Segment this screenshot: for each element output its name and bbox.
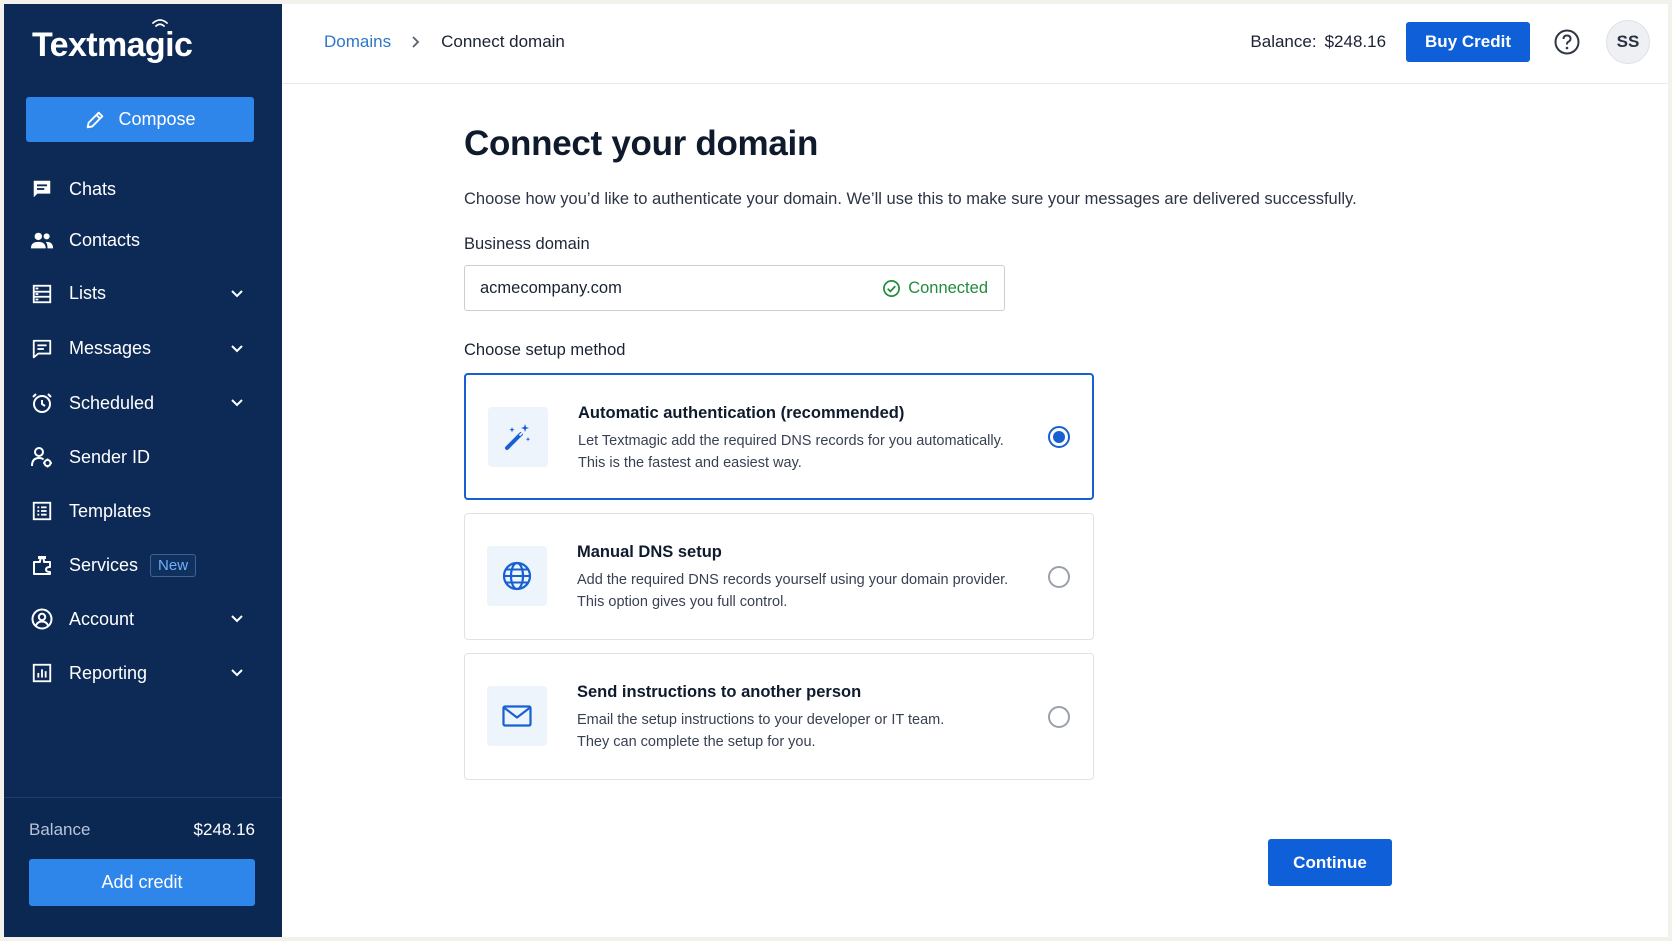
sidebar-item-label: Templates [69, 500, 152, 521]
breadcrumb: Domains Connect domain [324, 4, 565, 80]
chevron-down-icon [231, 615, 243, 623]
page-subtitle: Choose how you’d like to authenticate yo… [464, 190, 1357, 208]
sidebar-item-label: Chats [69, 178, 117, 199]
compose-button[interactable]: Compose [26, 97, 254, 142]
avatar[interactable]: SS [1606, 20, 1650, 64]
sidebar-item-scheduled[interactable]: Scheduled [4, 376, 282, 430]
lists-icon [30, 282, 54, 306]
sidebar-item-sender-id[interactable]: Sender ID [4, 430, 282, 484]
option-title: Manual DNS setup [577, 543, 722, 561]
option-send-instructions[interactable]: Send instructions to another person Emai… [464, 653, 1094, 780]
option-title: Send instructions to another person [577, 683, 862, 701]
option-radio[interactable] [1048, 705, 1070, 728]
setup-method-label: Choose setup method [464, 341, 626, 359]
header-balance-label: Balance: [1250, 32, 1317, 51]
sidebar-item-chats[interactable]: Chats [4, 163, 282, 215]
connected-status: Connected [882, 279, 988, 298]
sidebar-item-account[interactable]: Account [4, 592, 282, 646]
sidebar-item-label: Account [69, 608, 135, 629]
option-description-line: This is the fastest and easiest way. [578, 455, 802, 471]
sender-id-icon [30, 445, 54, 469]
alarm-clock-icon [30, 391, 54, 415]
breadcrumb-current: Connect domain [441, 32, 565, 51]
option-title: Automatic authentication (recommended) [578, 404, 905, 422]
check-circle-icon [883, 279, 901, 297]
header-actions: Balance: $248.16 Buy Credit SS [1250, 4, 1650, 80]
buy-credit-button[interactable]: Buy Credit [1406, 22, 1530, 62]
option-description: Let Textmagic add the required DNS recor… [578, 430, 1018, 474]
sidebar-footer: Balance $248.16 Add credit [4, 797, 282, 937]
sidebar-nav: Chats Contacts Lists Messages Scheduled … [4, 163, 282, 700]
option-description-line: Email the setup instructions to your dev… [577, 712, 945, 728]
chevron-down-icon [231, 289, 243, 297]
sidebar-item-messages[interactable]: Messages [4, 321, 282, 376]
contacts-icon [30, 229, 54, 253]
sidebar-item-label: Sender ID [69, 446, 151, 467]
sidebar-balance: Balance $248.16 [29, 820, 255, 840]
header-balance: Balance: $248.16 [1250, 32, 1386, 52]
top-bar: Domains Connect domain Balance: $248.16 B… [282, 4, 1668, 84]
option-text: Send instructions to another person Emai… [577, 683, 1017, 753]
messages-icon [30, 337, 54, 361]
setup-method-options: Automatic authentication (recommended) L… [464, 373, 1094, 780]
option-radio[interactable] [1048, 565, 1070, 588]
sidebar-item-label: Services [69, 554, 139, 575]
option-description-line: This option gives you full control. [577, 594, 788, 610]
add-credit-button[interactable]: Add credit [29, 859, 255, 906]
business-domain-label: Business domain [464, 235, 590, 253]
magic-wand-icon [488, 407, 548, 467]
envelope-icon [487, 686, 547, 746]
reporting-icon [30, 661, 54, 685]
compose-label: Compose [118, 109, 196, 129]
continue-button[interactable]: Continue [1268, 839, 1392, 886]
chevron-down-icon [231, 399, 243, 407]
connect-domain-content: Connect your domain Choose how you’d lik… [464, 124, 1464, 793]
option-description-line: Add the required DNS records yourself us… [577, 572, 1009, 588]
option-description-line: They can complete the setup for you. [577, 734, 816, 750]
pencil-icon [87, 111, 104, 128]
option-text: Automatic authentication (recommended) L… [578, 404, 1018, 474]
option-description-line: Let Textmagic add the required DNS recor… [578, 433, 1004, 449]
option-description: Email the setup instructions to your dev… [577, 709, 1017, 753]
chevron-right-icon [411, 35, 421, 49]
chevron-down-icon [231, 344, 243, 352]
wifi-icon [152, 19, 168, 27]
sidebar-item-label: Contacts [69, 230, 141, 250]
sidebar-item-reporting[interactable]: Reporting [4, 646, 282, 700]
sidebar: Textmagic Compose Chats Contacts Lists M… [4, 4, 282, 937]
option-description: Add the required DNS records yourself us… [577, 569, 1017, 613]
templates-icon [30, 499, 54, 523]
business-domain-value: acmecompany.com [480, 278, 622, 297]
sidebar-item-label: Lists [69, 283, 107, 303]
sidebar-item-contacts[interactable]: Contacts [4, 215, 282, 266]
sidebar-balance-label: Balance [29, 820, 91, 839]
logo[interactable]: Textmagic [32, 26, 193, 65]
app-window: Textmagic Compose Chats Contacts Lists M… [4, 4, 1668, 937]
services-icon [30, 553, 54, 577]
new-badge: New [150, 553, 197, 577]
sidebar-balance-value: $248.16 [193, 820, 255, 839]
sidebar-item-lists[interactable]: Lists [4, 266, 282, 321]
connected-status-label: Connected [908, 278, 988, 297]
account-icon [30, 607, 54, 631]
sidebar-item-templates[interactable]: Templates [4, 484, 282, 538]
globe-icon [487, 546, 547, 606]
option-automatic-authentication[interactable]: Automatic authentication (recommended) L… [464, 373, 1094, 500]
help-icon[interactable] [1552, 27, 1582, 57]
breadcrumb-domains-link[interactable]: Domains [324, 32, 391, 52]
chat-icon [30, 177, 54, 201]
business-domain-field[interactable]: acmecompany.com Connected [464, 265, 1005, 311]
option-manual-dns-setup[interactable]: Manual DNS setup Add the required DNS re… [464, 513, 1094, 640]
chevron-down-icon [231, 669, 243, 677]
sidebar-item-label: Scheduled [69, 392, 155, 413]
sidebar-item-services[interactable]: Services New [4, 538, 282, 592]
option-radio-selected[interactable] [1048, 425, 1070, 448]
main-area: Domains Connect domain Balance: $248.16 B… [282, 4, 1668, 937]
option-text: Manual DNS setup Add the required DNS re… [577, 543, 1017, 613]
sidebar-item-label: Reporting [69, 662, 148, 683]
page-title: Connect your domain [464, 124, 819, 163]
header-balance-value: $248.16 [1324, 32, 1387, 51]
sidebar-item-label: Messages [69, 338, 152, 358]
